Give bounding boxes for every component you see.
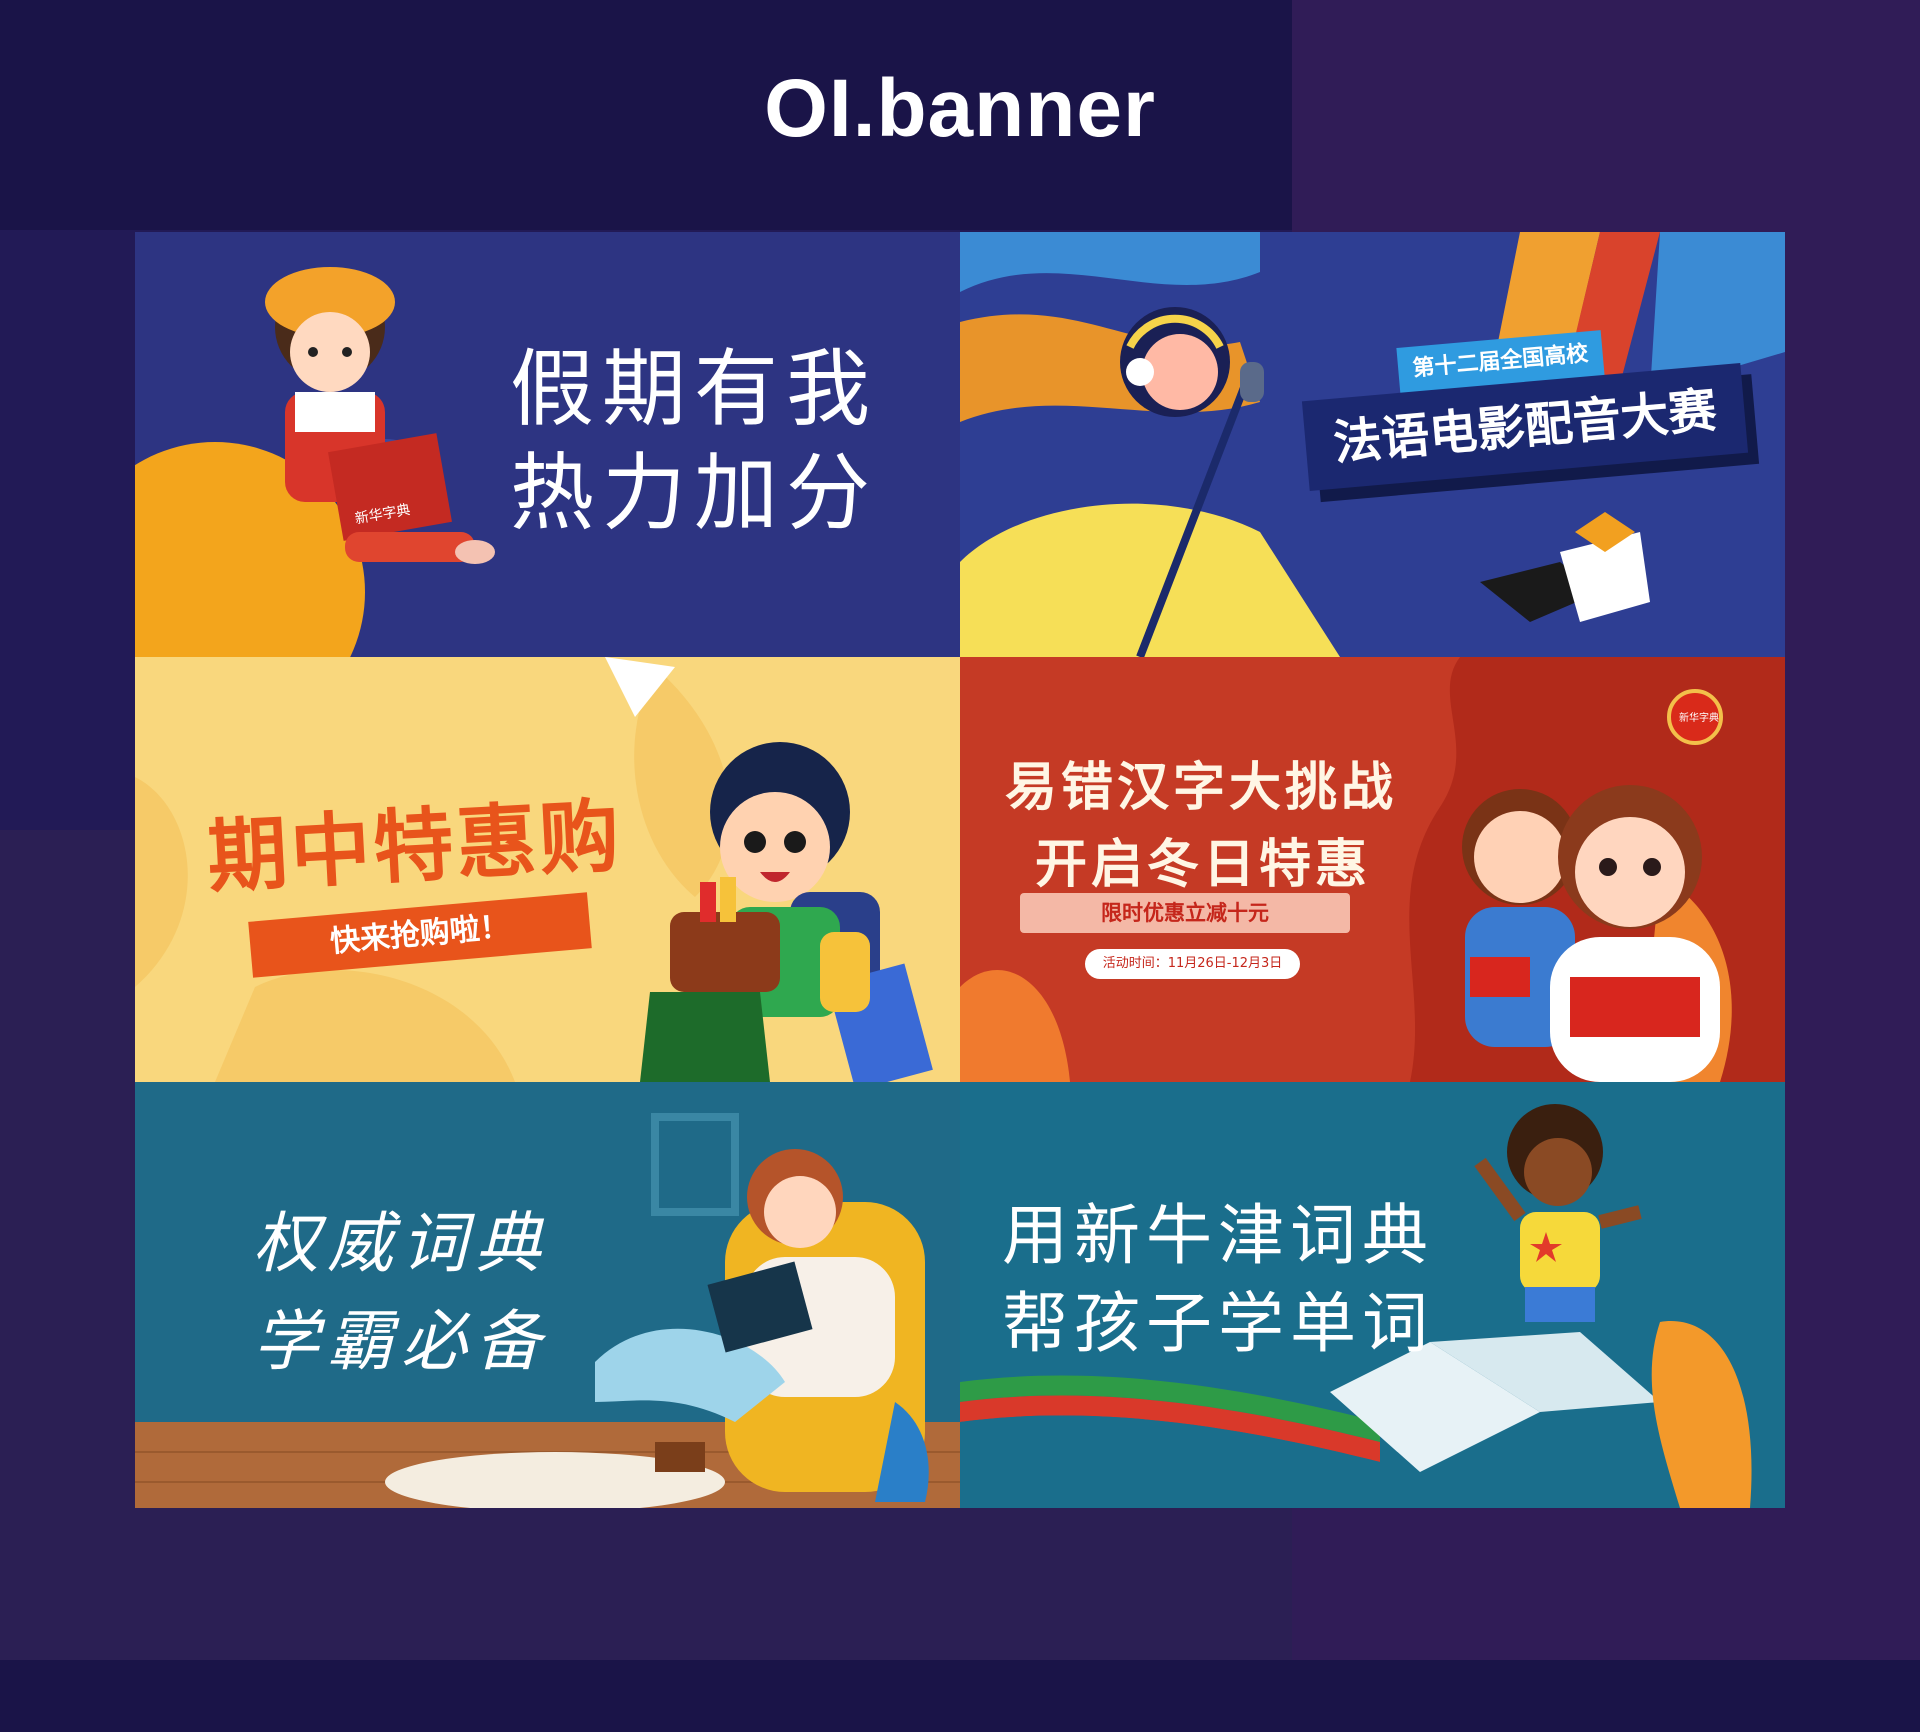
challenge-line-2: 开启冬日特惠 xyxy=(1035,835,1372,895)
banner-line-2: 热力加分 xyxy=(510,444,879,542)
svg-text:新华字典: 新华字典 xyxy=(1679,711,1719,724)
banner-new-oxford[interactable]: 用新牛津词典 帮孩子学单词 xyxy=(960,1082,1785,1508)
discount-ribbon: 限时优惠立减十元 xyxy=(1020,893,1350,933)
oxford-line-1: 用新牛津词典 xyxy=(1002,1197,1434,1274)
boy-with-backpack-illustration xyxy=(640,742,933,1082)
background-bottom-strip xyxy=(0,1660,1920,1732)
event-date-text: 活动时间：11月26日-12月3日 xyxy=(1102,956,1283,971)
dictionary-line-2: 学霸必备 xyxy=(253,1303,549,1380)
event-date-badge: 活动时间：11月26日-12月3日 xyxy=(1085,949,1300,979)
banner-grid: 新华字典 假期有我 热力加分 第十二届全国高校 法语电影配音大赛 期中特惠购 快… xyxy=(135,232,1785,1508)
banner-midterm-sale[interactable]: 期中特惠购 快来抢购啦！ xyxy=(135,657,960,1082)
sale-title: 期中特惠购 xyxy=(205,789,625,904)
banner-holiday[interactable]: 新华字典 假期有我 热力加分 xyxy=(135,232,960,657)
banner-winter-sale[interactable]: 新华字典 易错汉字大挑战 开启冬日特惠 限时优惠立减十元 活动时间：11月26日… xyxy=(960,657,1785,1082)
challenge-line-1: 易错汉字大挑战 xyxy=(1005,758,1398,818)
sale-ribbon-text: 快来抢购啦！ xyxy=(328,909,512,960)
dictionary-line-1: 权威词典 xyxy=(253,1205,549,1282)
banner-line-1: 假期有我 xyxy=(510,340,879,438)
discount-ribbon-text: 限时优惠立减十元 xyxy=(1101,901,1269,925)
banner-french-dubbing[interactable]: 第十二届全国高校 法语电影配音大赛 xyxy=(960,232,1785,657)
girl-reading-illustration: 新华字典 xyxy=(135,267,495,657)
oxford-line-2: 帮孩子学单词 xyxy=(1002,1285,1434,1362)
page-title: OI.banner xyxy=(764,63,1156,154)
banner-authoritative-dictionary[interactable]: 权威词典 学霸必备 xyxy=(135,1082,960,1508)
contest-title: 法语电影配音大赛 xyxy=(1331,382,1719,472)
contest-subtitle: 第十二届全国高校 xyxy=(1411,341,1590,382)
